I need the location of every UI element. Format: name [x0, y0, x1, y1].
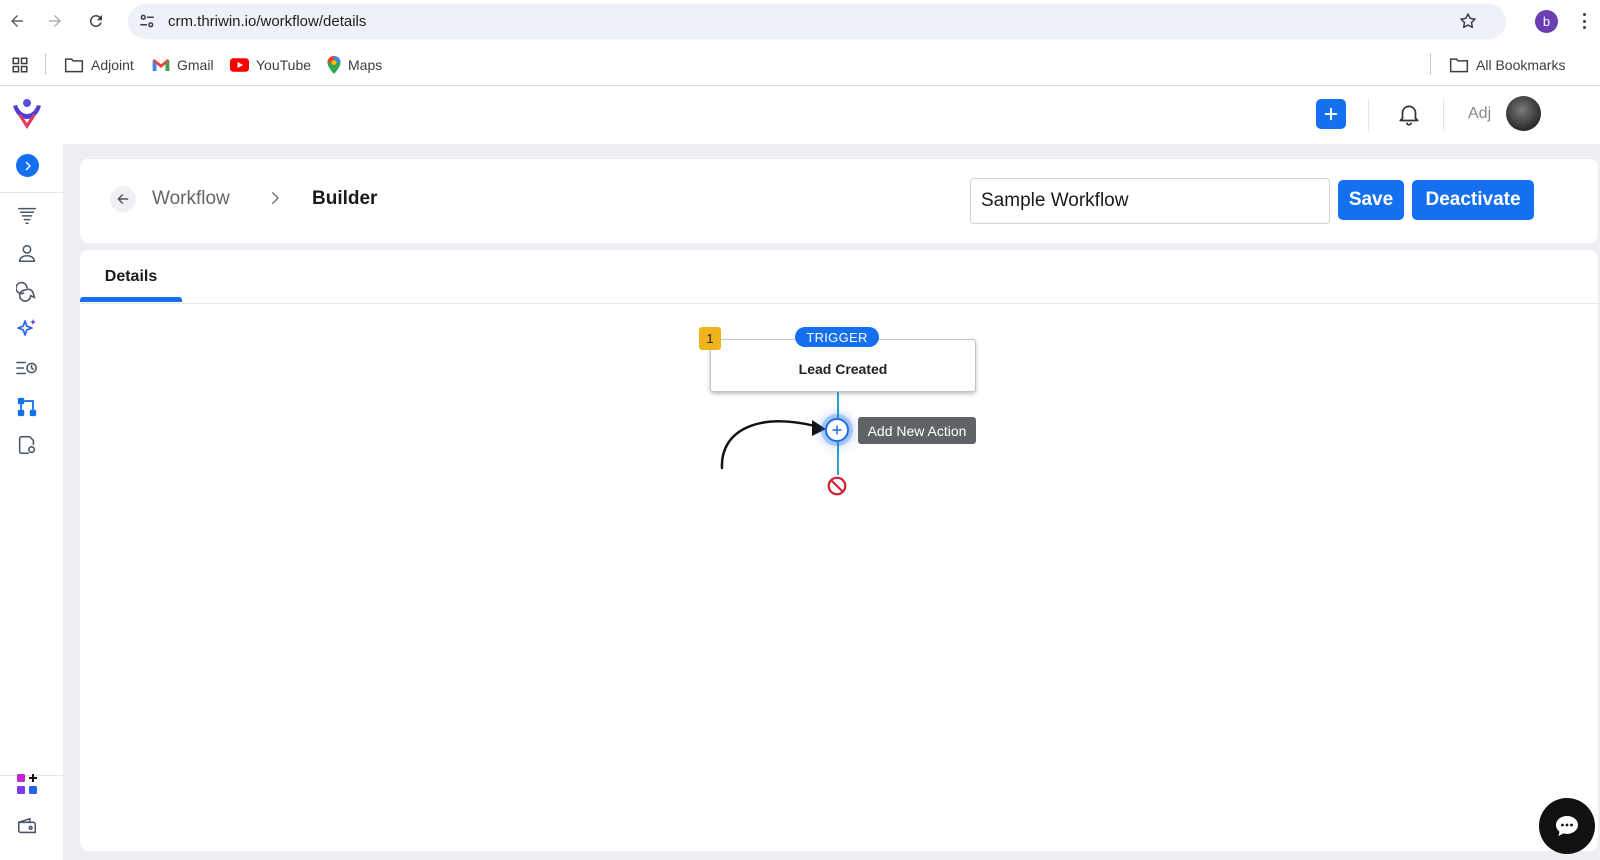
chevron-right-icon — [25, 161, 31, 170]
url-text[interactable]: crm.thriwin.io/workflow/details — [168, 13, 366, 30]
youtube-icon — [230, 58, 249, 72]
page-title: Builder — [312, 188, 378, 209]
user-icon — [18, 244, 36, 263]
sidebar-item-reports[interactable] — [15, 433, 39, 457]
sidebar-item-ai[interactable] — [15, 317, 39, 341]
bookmark-star-icon[interactable] — [1458, 11, 1478, 31]
workflow-icon — [17, 397, 37, 417]
folder-icon — [1449, 58, 1469, 73]
annotation-arrow-icon — [720, 420, 826, 470]
browser-menu-icon[interactable] — [1578, 10, 1590, 32]
list-clock-icon — [16, 361, 37, 375]
breadcrumb-bar: Workflow Builder Save Deactivate — [80, 159, 1598, 243]
document-settings-icon — [18, 435, 36, 455]
chevron-right-icon — [266, 189, 284, 207]
chat-bubbles-icon — [16, 281, 36, 302]
folder-icon — [64, 58, 84, 73]
browser-toolbar: crm.thriwin.io/workflow/details b — [0, 0, 1600, 43]
back-button[interactable] — [110, 186, 136, 212]
forward-arrow-icon[interactable] — [44, 10, 66, 32]
trigger-tag: TRIGGER — [795, 327, 879, 347]
add-app-icon — [17, 774, 37, 794]
bookmark-label: Gmail — [177, 57, 214, 73]
plus-icon — [1324, 107, 1338, 121]
bookmark-maps[interactable]: Maps — [327, 55, 382, 75]
bookmark-label: Maps — [348, 57, 383, 73]
sidebar-item-workflow[interactable] — [15, 395, 39, 419]
sidebar-item-add-app[interactable] — [15, 772, 39, 796]
quick-add-button[interactable] — [1316, 99, 1346, 129]
bookmark-adjoint[interactable]: Adjoint — [64, 55, 134, 75]
app-header: Adj — [63, 87, 1600, 144]
bookmark-youtube[interactable]: YouTube — [230, 55, 311, 75]
active-tab-indicator — [80, 297, 182, 302]
maps-icon — [327, 56, 341, 74]
sparkle-icon — [17, 319, 36, 336]
bookmarks-bar: Adjoint Gmail YouTube Maps All Bookmarks — [0, 43, 1600, 86]
end-flow-icon — [827, 476, 847, 496]
add-action-button[interactable] — [825, 418, 849, 442]
workflow-builder-panel: Details Lead Created 1 TRIGGER Add New A… — [80, 250, 1598, 851]
address-bar[interactable]: crm.thriwin.io/workflow/details — [128, 4, 1506, 39]
sidebar-item-contacts[interactable] — [15, 241, 39, 265]
browser-profile-avatar[interactable]: b — [1535, 10, 1558, 33]
sidebar-item-wallet[interactable] — [15, 814, 39, 838]
save-button[interactable]: Save — [1338, 180, 1404, 220]
notification-bell-icon[interactable] — [1396, 101, 1422, 127]
wallet-icon — [17, 817, 37, 834]
step-number-badge: 1 — [699, 327, 721, 350]
apps-grid-icon[interactable] — [11, 55, 29, 75]
bookmark-label: YouTube — [256, 57, 312, 73]
all-bookmarks-label: All Bookmarks — [1476, 57, 1566, 73]
sidebar-expand-button[interactable] — [16, 154, 39, 177]
deactivate-button[interactable]: Deactivate — [1412, 180, 1534, 220]
site-settings-icon[interactable] — [138, 12, 156, 30]
workflow-name-input[interactable] — [970, 178, 1330, 224]
bookmark-gmail[interactable]: Gmail — [152, 55, 214, 75]
user-avatar[interactable] — [1506, 96, 1541, 131]
arrow-left-icon — [117, 194, 129, 204]
reload-icon[interactable] — [85, 10, 107, 32]
user-name[interactable]: Adj — [1468, 105, 1491, 123]
trigger-title: Lead Created — [798, 361, 888, 377]
breadcrumb-workflow-link[interactable]: Workflow — [152, 188, 230, 210]
sidebar-item-history[interactable] — [15, 356, 39, 380]
sidebar-item-leads-funnel[interactable] — [15, 203, 39, 227]
chat-support-button[interactable] — [1539, 798, 1595, 854]
sidebar-item-conversations[interactable] — [15, 279, 39, 303]
gmail-icon — [152, 59, 170, 71]
funnel-icon — [18, 207, 36, 224]
plus-circle-icon — [832, 425, 842, 435]
bookmark-label: Adjoint — [91, 57, 134, 73]
add-action-tooltip: Add New Action — [858, 417, 976, 444]
thriwin-logo-icon[interactable] — [10, 97, 44, 131]
tab-details[interactable]: Details — [80, 250, 182, 304]
all-bookmarks[interactable]: All Bookmarks — [1449, 55, 1565, 75]
back-arrow-icon[interactable] — [6, 10, 28, 32]
app-sidebar — [0, 87, 63, 860]
chat-bubble-icon — [1556, 816, 1578, 836]
